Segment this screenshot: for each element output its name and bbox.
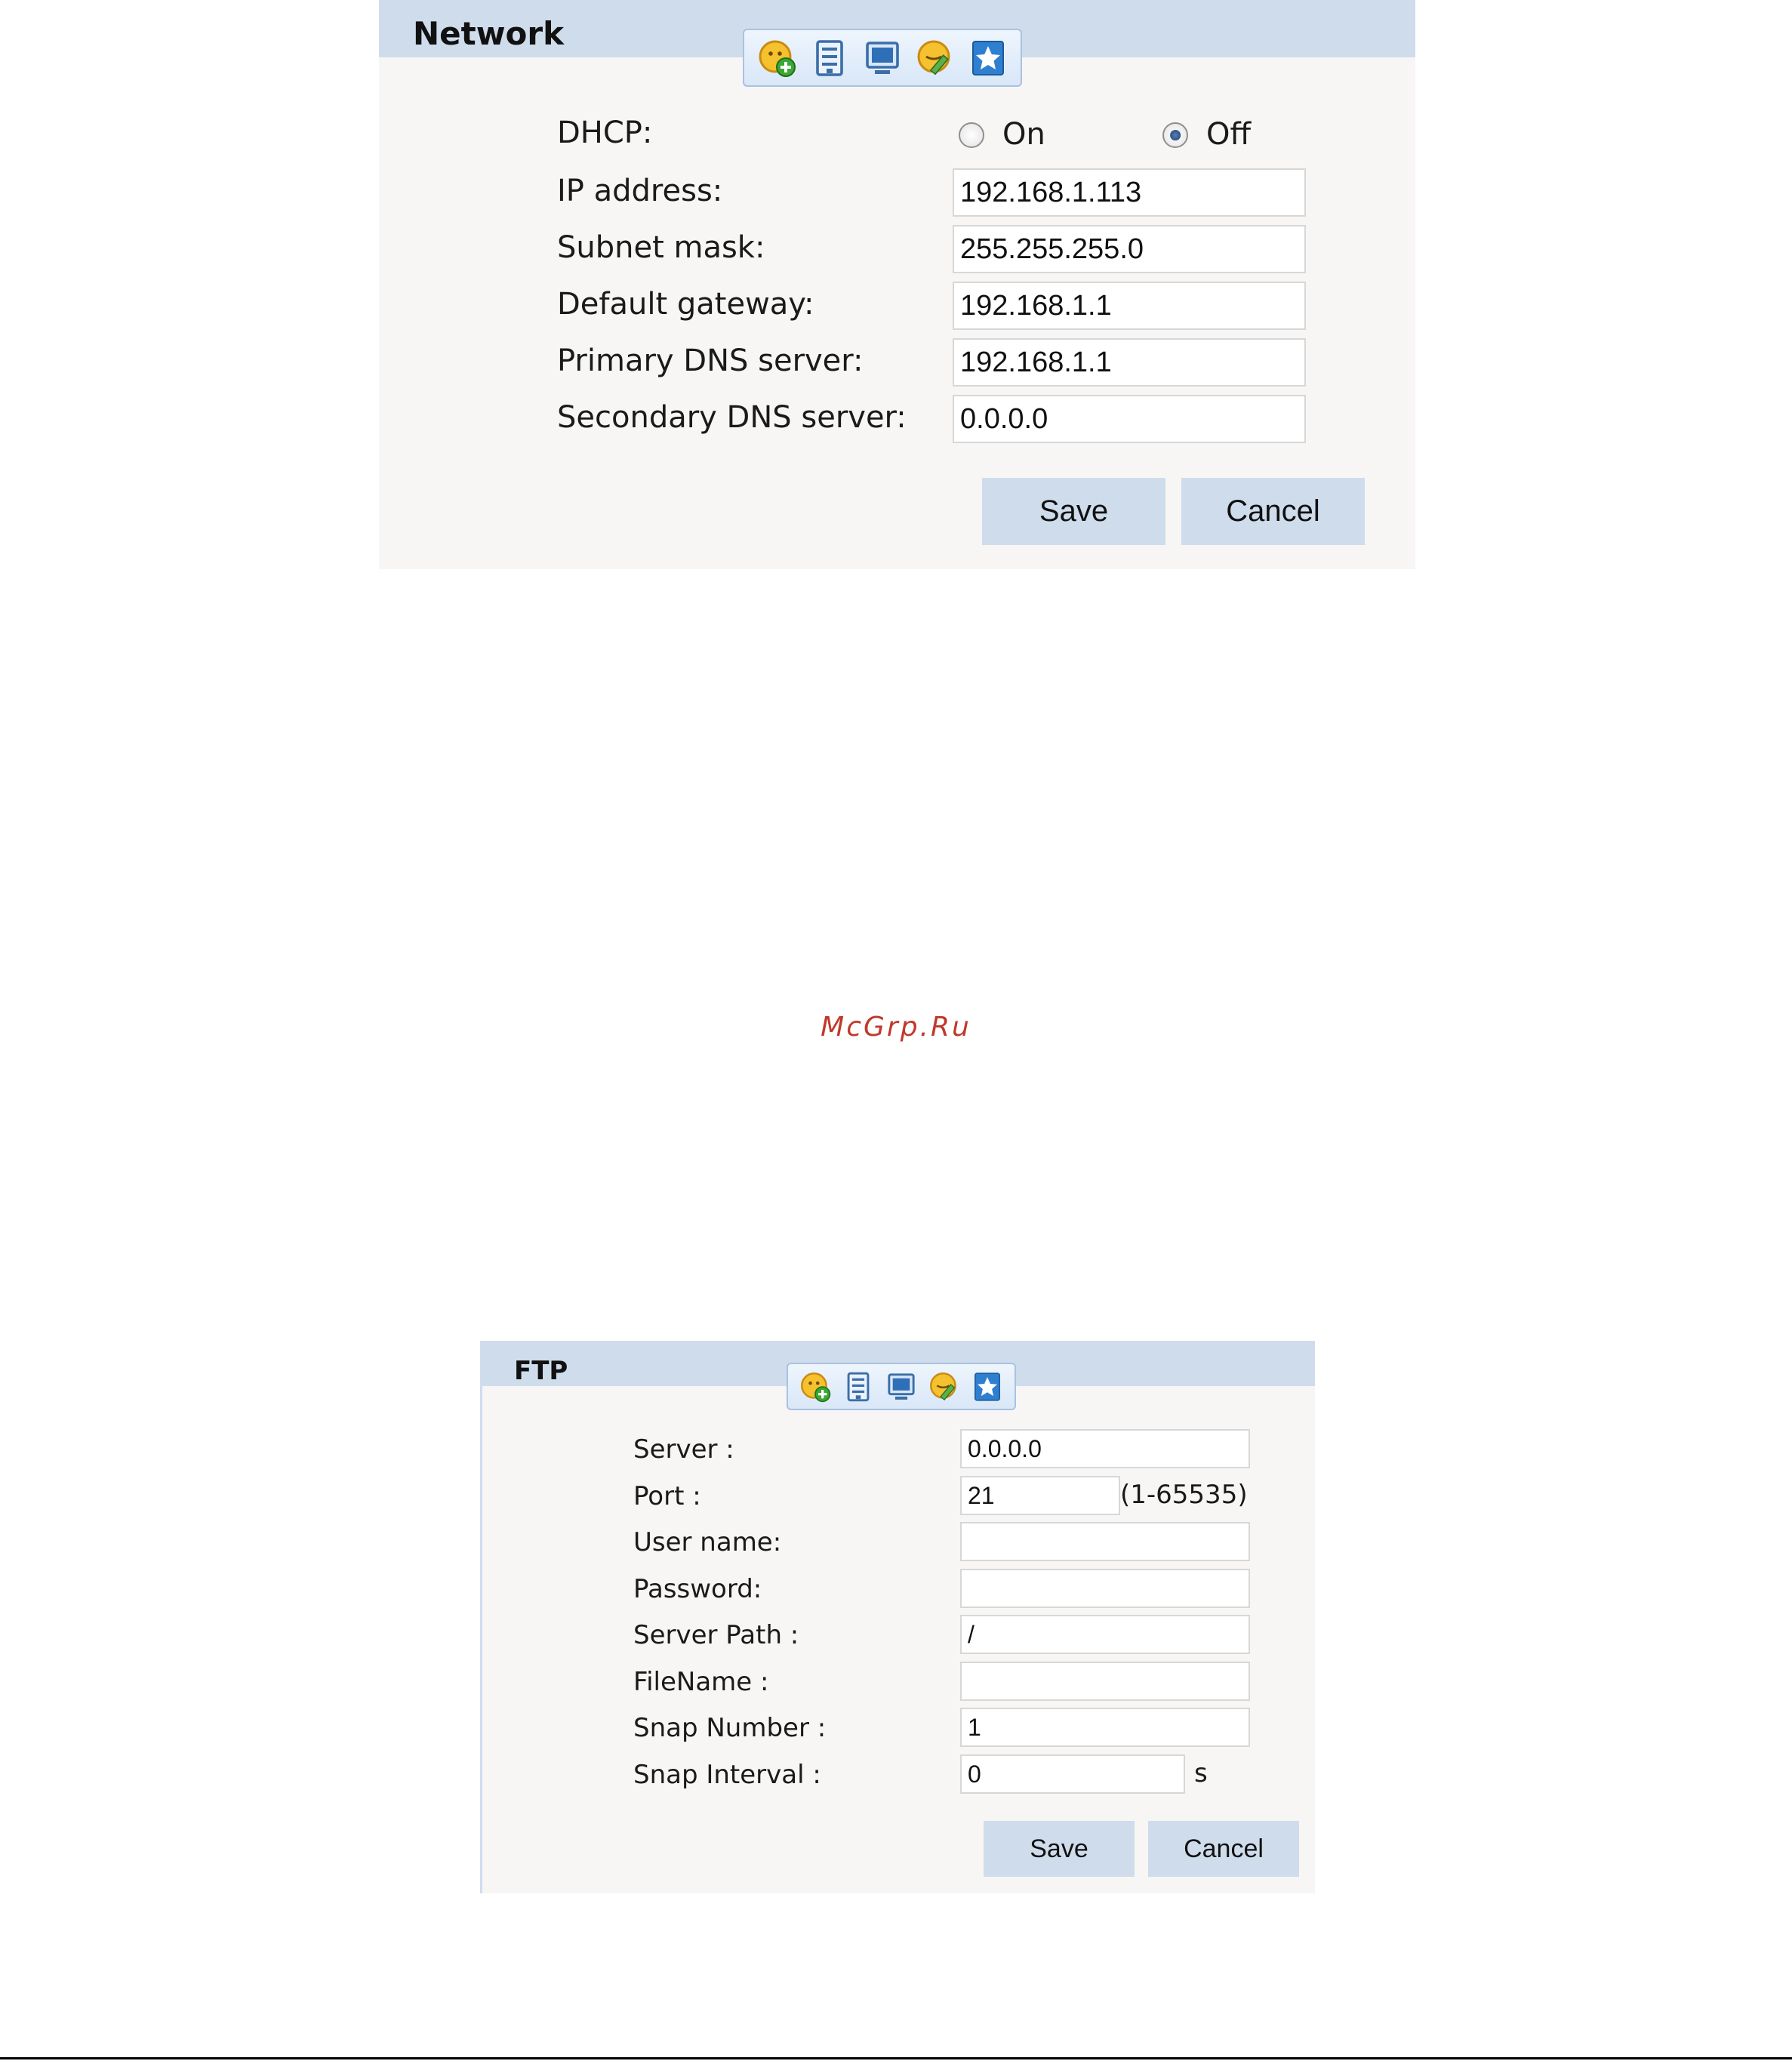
dhcp-on-label[interactable]: On bbox=[1002, 117, 1045, 152]
default-gateway-input[interactable] bbox=[953, 282, 1306, 330]
default-gateway-label: Default gateway: bbox=[557, 287, 814, 322]
ftp-port-range-hint: (1-65535) bbox=[1120, 1480, 1248, 1510]
ftp-toolbar bbox=[787, 1363, 1016, 1410]
secondary-dns-label: Secondary DNS server: bbox=[557, 400, 907, 435]
ftp-server-input[interactable] bbox=[960, 1429, 1250, 1468]
add-icon[interactable] bbox=[799, 1371, 831, 1403]
ftp-password-label: Password: bbox=[633, 1574, 762, 1604]
ftp-snap-interval-label: Snap Interval : bbox=[633, 1760, 821, 1790]
primary-dns-input[interactable] bbox=[953, 338, 1306, 387]
ftp-server-label: Server : bbox=[633, 1434, 734, 1465]
save-icon[interactable] bbox=[842, 1371, 874, 1403]
edit-icon[interactable] bbox=[916, 39, 955, 78]
ftp-username-label: User name: bbox=[633, 1527, 782, 1557]
ftp-port-input[interactable] bbox=[960, 1476, 1120, 1515]
favorite-icon[interactable] bbox=[968, 39, 1008, 78]
ftp-port-label: Port : bbox=[633, 1481, 701, 1511]
network-save-button[interactable]: Save bbox=[982, 478, 1165, 545]
ftp-filename-label: FileName : bbox=[633, 1667, 769, 1697]
ftp-panel: FTP Server : Port : ( bbox=[480, 1341, 1315, 1893]
subnet-mask-label: Subnet mask: bbox=[557, 230, 765, 265]
add-icon[interactable] bbox=[757, 39, 796, 78]
watermark-text: McGrp.Ru bbox=[821, 1012, 971, 1043]
network-toolbar bbox=[743, 29, 1022, 87]
secondary-dns-input[interactable] bbox=[953, 395, 1306, 443]
page-bottom-rule bbox=[0, 2057, 1792, 2059]
dhcp-off-label[interactable]: Off bbox=[1206, 117, 1251, 152]
save-icon[interactable] bbox=[810, 39, 849, 78]
ftp-snap-number-label: Snap Number : bbox=[633, 1713, 827, 1743]
dhcp-on-radio[interactable] bbox=[959, 122, 984, 148]
network-panel-title: Network bbox=[413, 15, 565, 52]
network-cancel-button[interactable]: Cancel bbox=[1181, 478, 1365, 545]
ftp-snap-interval-input[interactable] bbox=[960, 1754, 1185, 1794]
ftp-password-input[interactable] bbox=[960, 1569, 1250, 1608]
ftp-snap-number-input[interactable] bbox=[960, 1708, 1250, 1747]
ftp-server-path-input[interactable] bbox=[960, 1615, 1250, 1654]
ftp-filename-input[interactable] bbox=[960, 1662, 1250, 1701]
ftp-username-input[interactable] bbox=[960, 1522, 1250, 1561]
monitor-icon[interactable] bbox=[885, 1371, 917, 1403]
ftp-save-button[interactable]: Save bbox=[984, 1821, 1135, 1877]
ip-address-input[interactable] bbox=[953, 168, 1306, 217]
network-panel: Network DHCP: On Off IP address: 192.168… bbox=[379, 0, 1415, 569]
dhcp-off-radio[interactable] bbox=[1162, 122, 1188, 148]
monitor-icon[interactable] bbox=[863, 39, 902, 78]
dhcp-label: DHCP: bbox=[557, 116, 653, 150]
subnet-mask-input[interactable] bbox=[953, 225, 1306, 273]
edit-icon[interactable] bbox=[928, 1371, 960, 1403]
favorite-icon[interactable] bbox=[971, 1371, 1003, 1403]
ip-address-label: IP address: bbox=[557, 174, 723, 208]
ftp-server-path-label: Server Path : bbox=[633, 1620, 799, 1650]
ftp-cancel-button[interactable]: Cancel bbox=[1148, 1821, 1299, 1877]
ftp-snap-interval-unit: s bbox=[1194, 1758, 1208, 1788]
primary-dns-label: Primary DNS server: bbox=[557, 343, 864, 378]
ftp-panel-title: FTP bbox=[514, 1356, 568, 1386]
